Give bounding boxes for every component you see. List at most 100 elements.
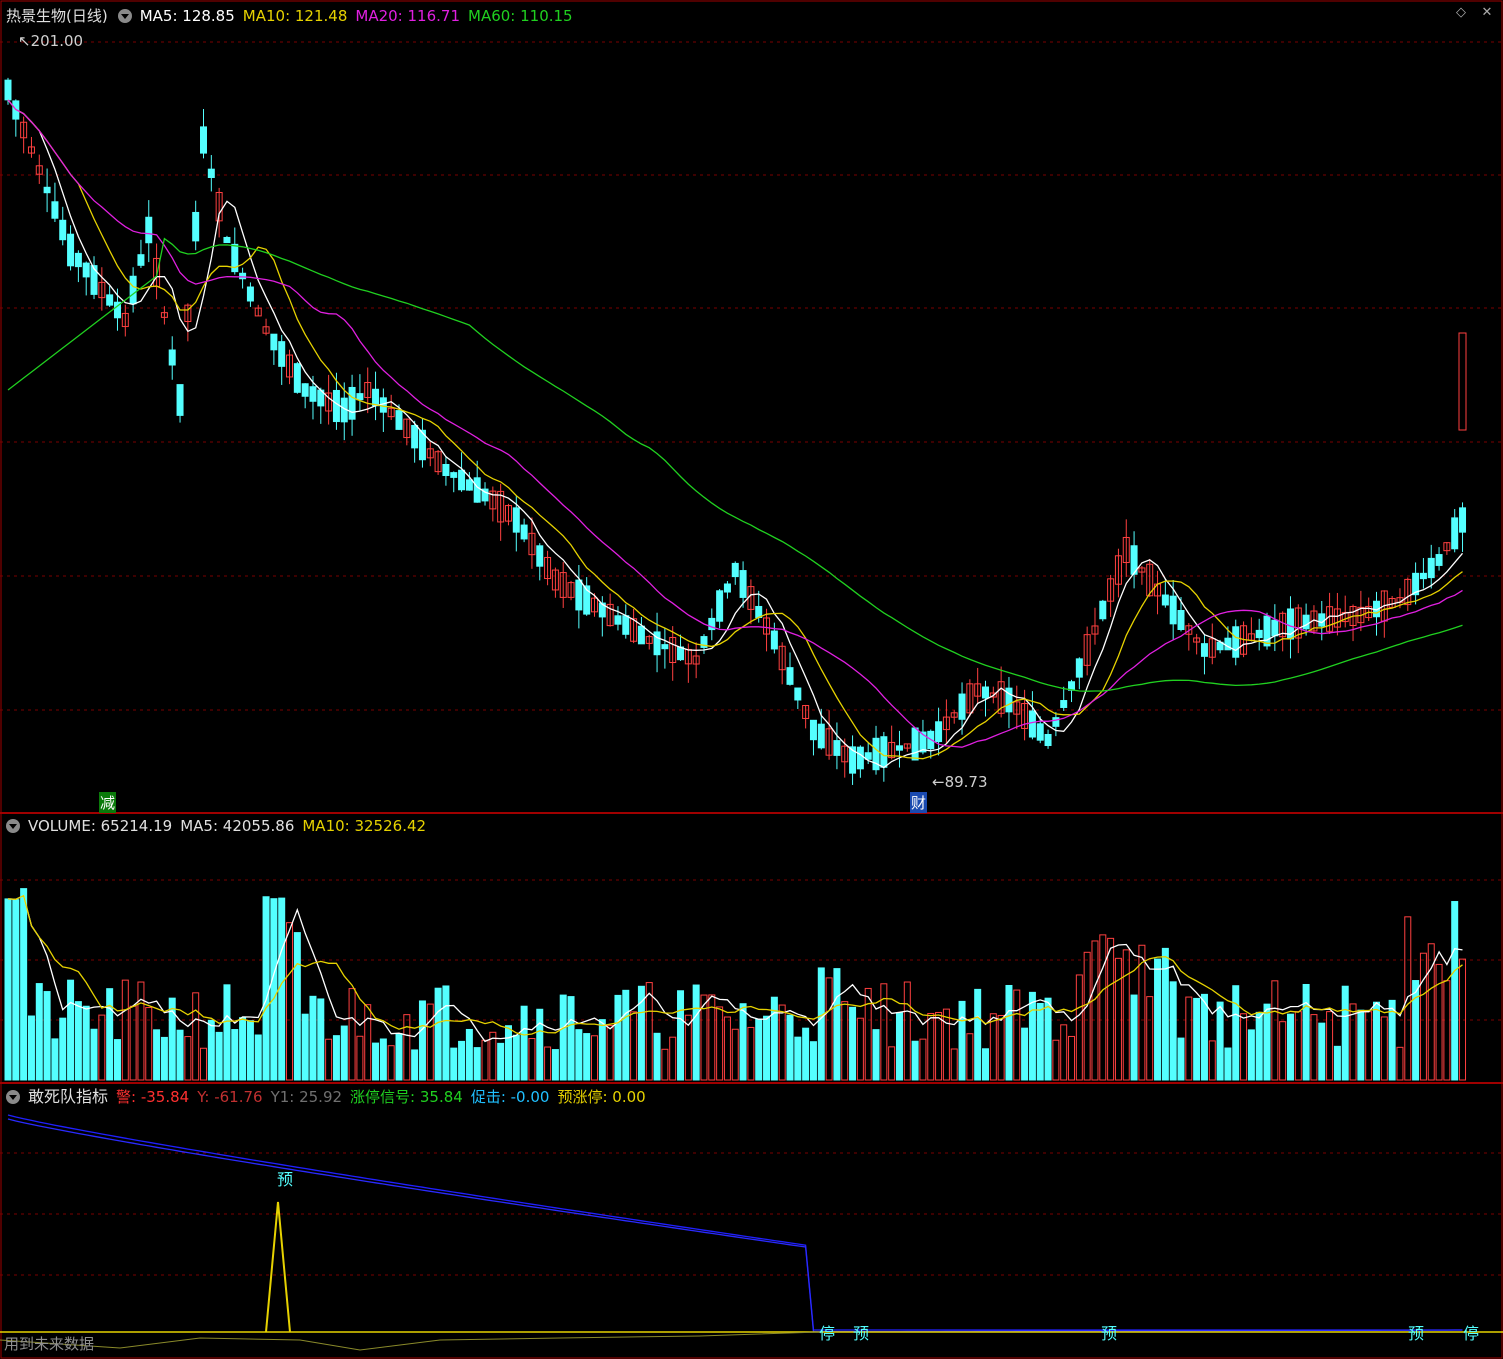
- pre-limit-signal: 预: [1408, 1324, 1425, 1343]
- volume-bar: [106, 988, 114, 1081]
- volume-bar: [1013, 989, 1021, 1081]
- volume-bar: [911, 1040, 919, 1081]
- volume-bar: [356, 1035, 364, 1081]
- stock-chart-window[interactable]: 热景生物(日线) MA5: 128.85 MA10: 121.48 MA20: …: [0, 0, 1503, 1359]
- volume-bar: [1396, 1046, 1404, 1081]
- volume-bar: [575, 1029, 583, 1081]
- indicator-title: 敢死队指标: [28, 1087, 109, 1106]
- volume-bar: [1365, 1011, 1373, 1081]
- volume-bar: [411, 1049, 419, 1081]
- chart-canvas[interactable]: [0, 0, 1503, 1359]
- volume-bar: [1373, 1001, 1380, 1081]
- volume-bar: [1247, 1029, 1255, 1081]
- candle: [622, 615, 630, 635]
- collapse-icon[interactable]: [6, 819, 20, 833]
- volume-bar: [739, 1003, 747, 1081]
- volume-bar: [825, 977, 833, 1081]
- volume-bar: [786, 1014, 794, 1081]
- volume-bar: [4, 898, 12, 1081]
- volume-bar: [1122, 949, 1130, 1081]
- candle: [137, 254, 145, 266]
- volume-bar: [239, 1017, 247, 1081]
- candle: [575, 579, 583, 611]
- volume-bar: [958, 1000, 966, 1081]
- volume-bar: [692, 984, 700, 1081]
- volume-bar: [1200, 993, 1208, 1081]
- collapse-icon[interactable]: [117, 9, 132, 23]
- volume-bar: [583, 1033, 591, 1081]
- volume-bar: [387, 1045, 395, 1081]
- volume-bar: [778, 1004, 786, 1081]
- volume-bar: [442, 985, 450, 1081]
- collapse-icon[interactable]: [6, 1090, 20, 1104]
- candle: [59, 219, 67, 241]
- volume-bar: [551, 1049, 559, 1081]
- volume-bar: [1263, 1003, 1271, 1081]
- volume-bar: [1114, 957, 1122, 1081]
- volume-bar: [809, 1041, 817, 1081]
- candle: [106, 294, 114, 306]
- candle: [1263, 615, 1271, 647]
- candle: [176, 384, 184, 416]
- volume-bar: [856, 1017, 864, 1081]
- volume-bar: [90, 1028, 98, 1081]
- candle: [67, 233, 75, 267]
- volume-bar: [731, 1028, 739, 1081]
- volume-bar: [332, 1035, 340, 1081]
- pre-limit-signal: 预: [277, 1170, 294, 1189]
- finance-badge[interactable]: 财: [910, 792, 928, 813]
- close-icon[interactable]: ✕: [1480, 6, 1494, 20]
- pre-limit-signal: 预: [1101, 1324, 1118, 1343]
- volume-bar: [677, 990, 685, 1081]
- candle: [90, 265, 98, 295]
- volume-bar: [723, 1016, 731, 1081]
- volume-bar: [1075, 974, 1083, 1081]
- candle: [51, 201, 59, 219]
- volume-bar: [645, 982, 653, 1081]
- volume-bar: [606, 1025, 614, 1081]
- volume-bar: [1193, 997, 1201, 1081]
- volume-bar: [1060, 1024, 1068, 1081]
- candle: [1302, 614, 1310, 630]
- candle: [935, 721, 943, 743]
- volume-bar: [207, 1019, 215, 1081]
- volume-bar: [254, 1034, 262, 1081]
- volume-bar: [379, 1038, 387, 1081]
- candle: [982, 686, 989, 699]
- volume-bar: [841, 1001, 849, 1081]
- volume-bar: [935, 1011, 943, 1081]
- volume-bar: [1310, 1014, 1318, 1081]
- diamond-icon[interactable]: ◇: [1454, 6, 1468, 20]
- volume-bar: [1028, 991, 1036, 1081]
- candle: [856, 746, 864, 770]
- candle: [458, 469, 466, 491]
- candle: [512, 507, 520, 533]
- candle: [442, 463, 450, 477]
- volume-bar: [1302, 983, 1310, 1081]
- volume-bar: [184, 1036, 192, 1081]
- indicator-pane-header: 敢死队指标 警: -35.84 Y: -61.76 Y1: 25.92 涨停信号…: [0, 1085, 654, 1109]
- candle: [770, 630, 778, 650]
- volume-bar: [1146, 996, 1154, 1081]
- volume-bar: [919, 1038, 927, 1081]
- volume-bar: [348, 988, 356, 1081]
- volume-bar: [372, 1042, 380, 1081]
- ma5-legend: MA5: 128.85: [139, 7, 235, 25]
- volume-bar: [1294, 1011, 1302, 1081]
- volume-bar: [770, 996, 778, 1081]
- volume-bar: [833, 968, 841, 1081]
- reduce-badge[interactable]: 减: [99, 792, 117, 813]
- volume-bar: [192, 992, 200, 1081]
- volume-bar: [434, 987, 442, 1081]
- ma60-legend: MA60: 110.15: [468, 7, 573, 25]
- price-pane-header: 热景生物(日线) MA5: 128.85 MA10: 121.48 MA20: …: [0, 4, 581, 28]
- volume-bar: [137, 981, 145, 1081]
- candle: [200, 126, 207, 154]
- candle: [372, 388, 380, 407]
- volume-bar: [364, 1004, 372, 1081]
- volume-bar: [1099, 934, 1107, 1081]
- candle: [536, 545, 544, 567]
- volume-bar: [395, 1033, 403, 1081]
- candle: [1458, 332, 1467, 431]
- volume-bar: [20, 888, 28, 1081]
